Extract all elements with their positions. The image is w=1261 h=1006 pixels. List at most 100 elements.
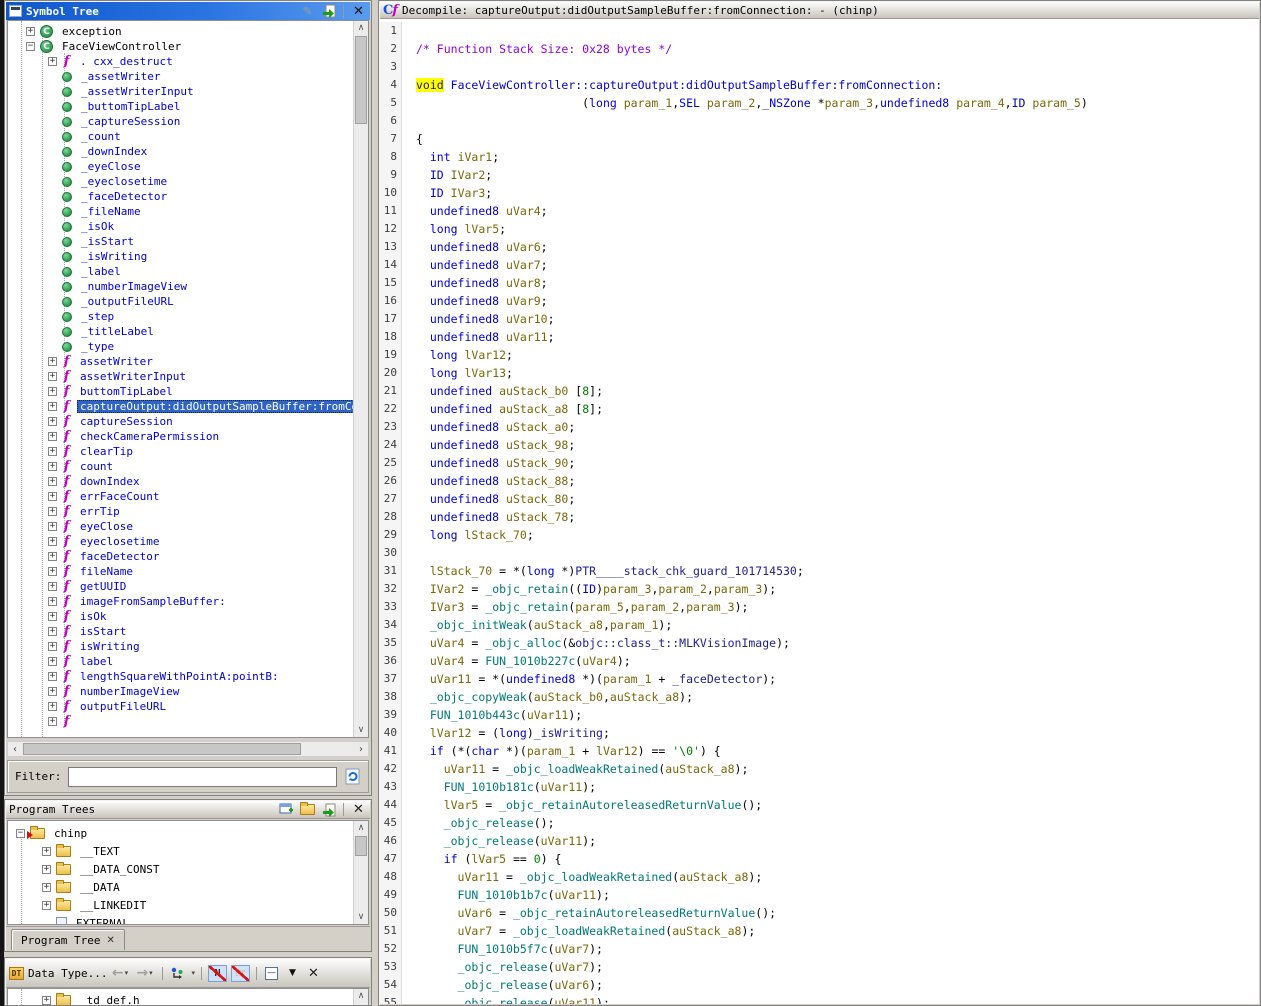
code-token[interactable]: = bbox=[478, 798, 499, 812]
code-token[interactable]: ; bbox=[485, 186, 492, 200]
code-line[interactable]: undefined8 uStack_80; bbox=[402, 490, 575, 508]
tree-item[interactable]: +fbuttomTipLabel bbox=[8, 384, 352, 399]
expander-icon[interactable]: + bbox=[48, 702, 57, 711]
code-token[interactable]: ( bbox=[548, 888, 555, 902]
tree-item[interactable]: _assetWriter bbox=[8, 69, 352, 84]
code-token-v[interactable]: uStack_90 bbox=[506, 456, 568, 470]
code-token[interactable] bbox=[416, 384, 430, 398]
code-token-v[interactable]: lStack_70 bbox=[465, 528, 527, 542]
expander-icon[interactable]: + bbox=[48, 642, 57, 651]
code-line[interactable]: undefined auStack_b0 [8]; bbox=[402, 382, 603, 400]
code-token-f[interactable]: _objc_release bbox=[444, 816, 534, 830]
tree-item[interactable]: +fisOk bbox=[8, 609, 352, 624]
code-token-f[interactable]: _objc_retain bbox=[485, 582, 568, 596]
code-token-f[interactable]: FUN_1010b227c bbox=[485, 654, 575, 668]
code-token-f[interactable]: FUN_1010b5f7c bbox=[458, 942, 548, 956]
code-line[interactable]: uVar4 = _objc_alloc(&objc::class_t::MLKV… bbox=[402, 634, 790, 652]
code-token-v[interactable]: uVar4 bbox=[430, 654, 465, 668]
code-token-v[interactable]: param_1 bbox=[527, 744, 575, 758]
expander-icon[interactable]: + bbox=[48, 57, 57, 66]
expander-icon[interactable]: + bbox=[48, 477, 57, 486]
code-token[interactable]: = bbox=[464, 582, 485, 596]
code-token-k[interactable]: long bbox=[589, 96, 617, 110]
tree-item-label[interactable]: buttomTipLabel bbox=[77, 385, 176, 398]
code-token[interactable]: *)( bbox=[499, 744, 527, 758]
scroll-down-icon[interactable]: ∨ bbox=[354, 723, 368, 737]
code-token[interactable]: ) bbox=[527, 726, 534, 740]
tree-item-label[interactable]: __TEXT bbox=[77, 845, 123, 858]
code-token-k[interactable]: undefined8 bbox=[430, 510, 499, 524]
code-line[interactable]: undefined8 uStack_90; bbox=[402, 454, 575, 472]
code-token[interactable]: = bbox=[464, 654, 485, 668]
code-line[interactable]: uVar7 = _objc_loadWeakRetained(auStack_a… bbox=[402, 922, 755, 940]
code-token[interactable]: ; bbox=[568, 510, 575, 524]
tree-item-label[interactable]: . cxx_destruct bbox=[77, 55, 176, 68]
code-token[interactable] bbox=[416, 726, 430, 740]
code-token[interactable]: ( bbox=[548, 942, 555, 956]
code-line[interactable] bbox=[402, 544, 416, 562]
code-line[interactable]: long lVar13; bbox=[402, 364, 513, 382]
code-token[interactable] bbox=[416, 474, 430, 488]
tree-item-label[interactable]: _td_def.h bbox=[77, 994, 143, 1006]
expander-icon[interactable]: + bbox=[48, 447, 57, 456]
tab-program-tree[interactable]: Program Tree ✕ bbox=[11, 929, 125, 950]
code-token[interactable] bbox=[416, 744, 430, 758]
code-token[interactable] bbox=[451, 150, 458, 164]
code-token[interactable]: ); bbox=[582, 834, 596, 848]
tree-item-label[interactable]: assetWriterInput bbox=[77, 370, 189, 383]
code-token[interactable] bbox=[499, 474, 506, 488]
code-token[interactable]: *)( bbox=[575, 672, 603, 686]
code-token[interactable]: (( bbox=[568, 582, 582, 596]
expander-icon[interactable]: + bbox=[48, 672, 57, 681]
code-token-k[interactable]: undefined8 bbox=[430, 312, 499, 326]
code-token-f[interactable]: _objc_loadWeakRetained bbox=[513, 924, 665, 938]
code-token-v[interactable]: uStack_80 bbox=[506, 492, 568, 506]
code-token-v[interactable]: uVar11 bbox=[555, 996, 597, 1004]
code-token-v[interactable]: uVar11 bbox=[444, 762, 486, 776]
code-token-f[interactable]: _objc_release bbox=[458, 996, 548, 1004]
filter-options-icon[interactable] bbox=[344, 768, 361, 785]
code-line[interactable]: _objc_initWeak(auStack_a8,param_1); bbox=[402, 616, 672, 634]
code-line[interactable]: ID IVar3; bbox=[402, 184, 492, 202]
tree-item-label[interactable]: _buttomTipLabel bbox=[78, 100, 183, 113]
code-token-v[interactable]: IVar2 bbox=[430, 582, 465, 596]
tree-item-label[interactable]: _isWriting bbox=[78, 250, 150, 263]
code-token[interactable] bbox=[416, 780, 444, 794]
code-token[interactable] bbox=[499, 204, 506, 218]
expander-icon[interactable]: + bbox=[48, 537, 57, 546]
code-line[interactable]: _objc_copyWeak(auStack_b0,auStack_a8); bbox=[402, 688, 693, 706]
code-token[interactable] bbox=[499, 294, 506, 308]
code-token[interactable] bbox=[416, 564, 430, 578]
code-token[interactable]: ); bbox=[582, 780, 596, 794]
code-token[interactable] bbox=[416, 420, 430, 434]
tree-item-label[interactable]: _downIndex bbox=[78, 145, 150, 158]
code-token[interactable]: ); bbox=[762, 582, 776, 596]
expander-icon[interactable]: + bbox=[48, 597, 57, 606]
code-token-v[interactable]: uVar4 bbox=[582, 654, 617, 668]
code-token-f[interactable]: _objc_release bbox=[458, 978, 548, 992]
code-token[interactable] bbox=[416, 276, 430, 290]
code-token-v[interactable]: auStack_a8 bbox=[499, 402, 568, 416]
code-token-v[interactable]: param_2 bbox=[658, 582, 706, 596]
code-token[interactable]: ); bbox=[748, 870, 762, 884]
code-token[interactable] bbox=[416, 330, 430, 344]
tree-item[interactable]: _label bbox=[8, 264, 352, 279]
expander-icon[interactable]: + bbox=[48, 402, 57, 411]
tree-item[interactable]: +feyeClose bbox=[8, 519, 352, 534]
tree-item[interactable]: +f. cxx_destruct bbox=[8, 54, 352, 69]
code-token-k[interactable]: undefined8 bbox=[430, 330, 499, 344]
code-token-f[interactable]: _objc_loadWeakRetained bbox=[520, 870, 672, 884]
code-token-k[interactable]: undefined8 bbox=[430, 438, 499, 452]
code-token[interactable]: ; bbox=[603, 726, 610, 740]
tree-item[interactable]: +f bbox=[8, 714, 352, 729]
code-token-v[interactable]: param_1 bbox=[603, 672, 651, 686]
back-button[interactable]: ←▾ bbox=[111, 966, 128, 981]
code-token-v[interactable]: uVar11 bbox=[541, 780, 583, 794]
code-token-v[interactable]: uVar10 bbox=[506, 312, 548, 326]
code-token-g[interactable]: PTR____stack_chk_guard_101714530 bbox=[575, 564, 797, 578]
code-line[interactable]: long lStack_70; bbox=[402, 526, 534, 544]
expander-icon[interactable]: + bbox=[48, 372, 57, 381]
code-token-k[interactable]: int bbox=[430, 150, 451, 164]
tree-item-label[interactable]: count bbox=[77, 460, 116, 473]
code-token-v[interactable]: uVar11 bbox=[541, 834, 583, 848]
